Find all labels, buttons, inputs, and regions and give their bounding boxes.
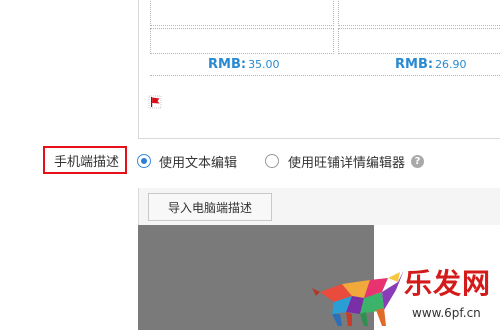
product-price: RMB: 35.00	[208, 57, 280, 72]
price-amount: 26.90	[435, 58, 467, 71]
product-image-cell	[150, 0, 334, 26]
mobile-description-label: 手机端描述	[43, 146, 127, 174]
product-title-cell	[150, 28, 334, 54]
price-amount: 35.00	[248, 58, 280, 71]
text-editor-option[interactable]: 使用文本编辑	[137, 151, 237, 171]
shop-editor-option-label: 使用旺铺详情编辑器	[288, 155, 406, 171]
radio-button-checked[interactable]	[137, 154, 151, 168]
mobile-description-label-text: 手机端描述	[53, 154, 119, 170]
text-editor-option-label: 使用文本编辑	[159, 155, 238, 171]
shop-editor-option[interactable]: 使用旺铺详情编辑器 ?	[265, 151, 425, 171]
product-grid: RMB: 35.00 RMB: 26.90	[150, 0, 500, 76]
watermark-brand: 乐发网	[404, 267, 492, 300]
product-title-cell	[338, 28, 500, 54]
price-currency: RMB:	[395, 57, 434, 72]
price-currency: RMB:	[208, 57, 247, 72]
flag-icon	[148, 95, 162, 109]
import-desktop-description-button[interactable]: 导入电脑端描述	[148, 193, 272, 221]
radio-button[interactable]	[265, 154, 279, 168]
question-icon[interactable]: ?	[411, 154, 425, 168]
watermark-url: www.6pf.cn	[412, 306, 481, 320]
grid-divider	[150, 75, 500, 76]
product-price: RMB: 26.90	[395, 57, 467, 72]
product-image-cell	[338, 0, 500, 26]
